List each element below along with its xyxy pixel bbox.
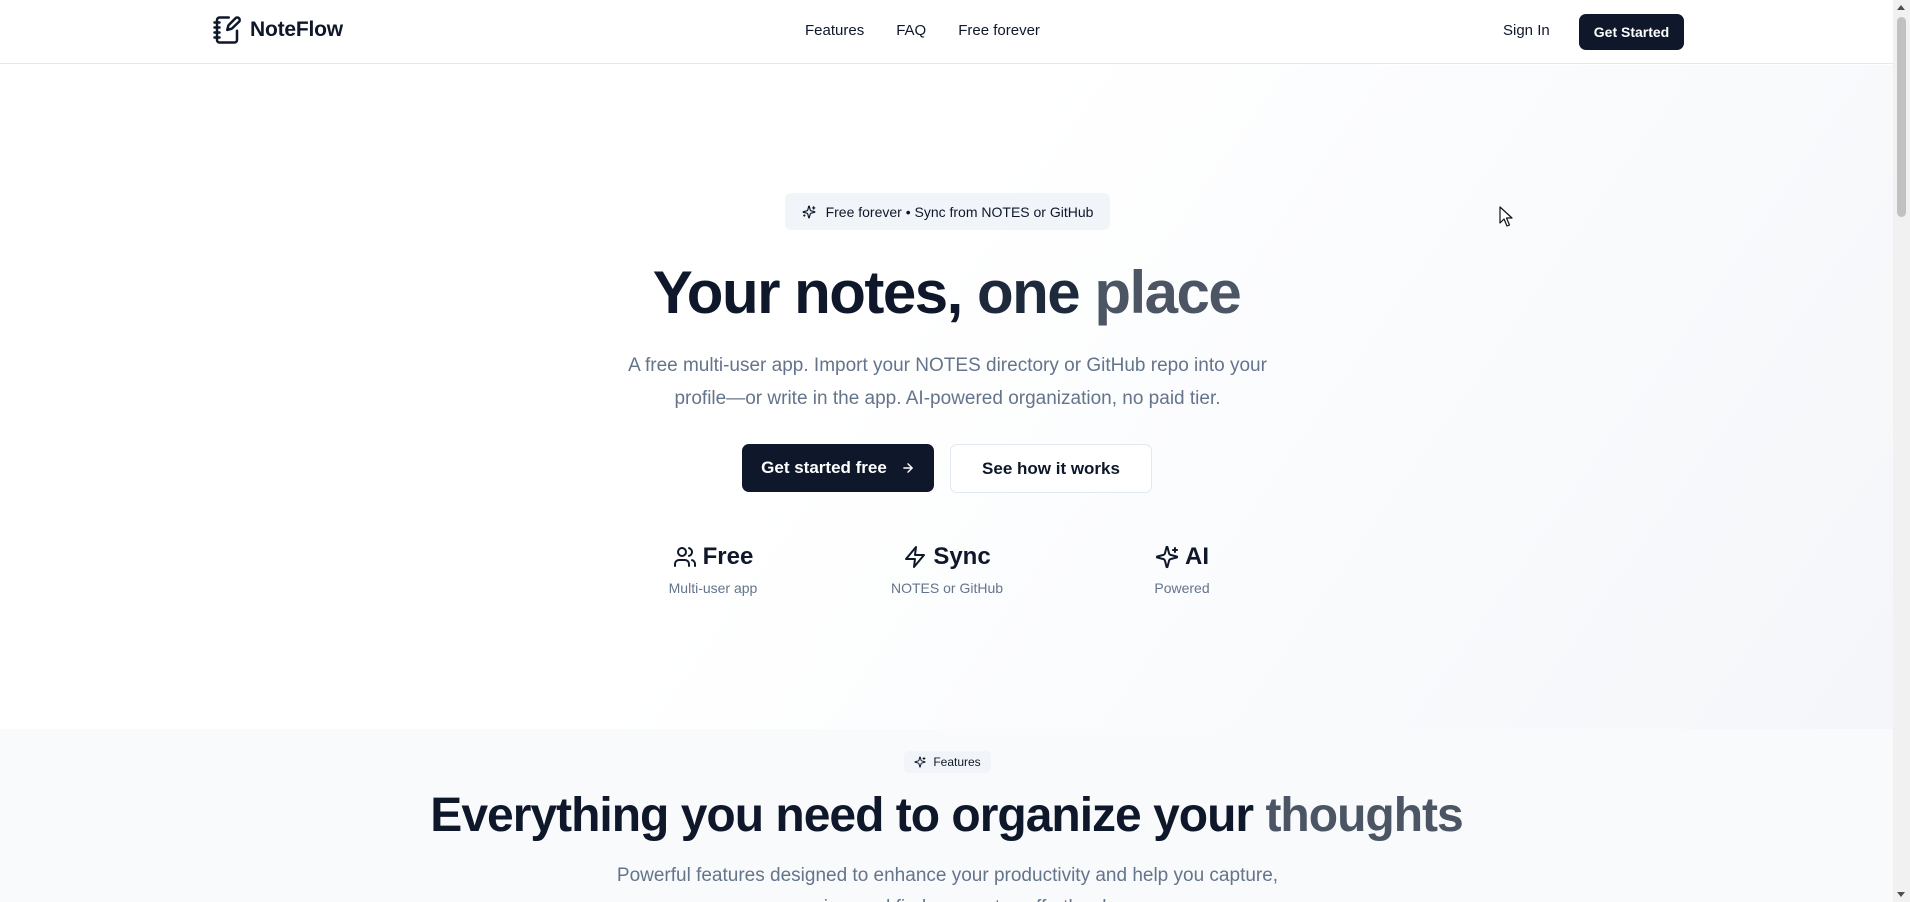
hero-title-part1: Your notes, <box>652 259 977 326</box>
stat-sync-subtitle: NOTES or GitHub <box>890 580 1004 596</box>
stat-ai-head: AI <box>1082 543 1282 571</box>
features-title: Everything you need to organize your tho… <box>0 788 1893 843</box>
see-how-it-works-button[interactable]: See how it works <box>950 444 1152 493</box>
scroll-down-arrow-icon[interactable] <box>1897 892 1905 897</box>
nav-link-faq[interactable]: FAQ <box>896 22 926 39</box>
hero-badge-text: Free forever • Sync from NOTES or GitHub <box>825 203 1094 220</box>
features-subtitle: Powerful features designed to enhance yo… <box>616 865 1279 902</box>
nav-link-features[interactable]: Features <box>805 22 864 39</box>
get-started-free-label: Get started free <box>761 458 887 477</box>
features-badge-text: Features <box>933 755 981 769</box>
scroll-up-arrow-icon[interactable] <box>1897 5 1905 10</box>
brand-name: NoteFlow <box>250 18 343 41</box>
stat-sync: Sync NOTES or GitHub <box>847 543 1047 596</box>
users-icon <box>673 547 696 567</box>
nav-link-free-forever[interactable]: Free forever <box>958 22 1040 39</box>
notebook-pen-icon <box>213 16 241 44</box>
sparkles-icon <box>914 756 926 768</box>
features-title-part2: thoughts <box>1265 789 1463 842</box>
stat-free-subtitle: Multi-user app <box>668 580 758 596</box>
stat-free-title: Free <box>702 543 754 570</box>
hero-subtitle: A free multi-user app. Import your NOTES… <box>628 355 1267 409</box>
get-started-button[interactable]: Get Started <box>1579 14 1684 50</box>
stat-ai-subtitle: Powered <box>1154 580 1210 596</box>
arrow-right-icon <box>903 463 913 473</box>
features-badge: Features <box>904 751 991 773</box>
site-header: NoteFlow Features FAQ Free forever Sign … <box>0 0 1893 64</box>
zap-icon <box>905 546 926 568</box>
page-scrollbar[interactable] <box>1893 0 1910 902</box>
stat-ai-title: AI <box>1185 543 1209 570</box>
mouse-cursor-icon <box>1499 206 1513 227</box>
scrollbar-thumb[interactable] <box>1897 17 1906 217</box>
main-nav: Features FAQ Free forever <box>805 22 1040 39</box>
hero-title-part2: one <box>976 259 1095 326</box>
brand-logo-link[interactable]: NoteFlow <box>212 14 343 46</box>
stat-free: Free Multi-user app <box>613 543 813 596</box>
hero-title: Your notes, one place <box>0 258 1893 327</box>
stat-sync-head: Sync <box>847 543 1047 571</box>
stat-free-head: Free <box>613 543 813 571</box>
hero-title-part3: place <box>1094 259 1241 326</box>
sparkles-icon <box>802 205 816 218</box>
sign-in-link[interactable]: Sign In <box>1503 22 1550 39</box>
get-started-free-button[interactable]: Get started free <box>742 444 934 492</box>
landing-page: NoteFlow Features FAQ Free forever Sign … <box>0 0 1893 902</box>
stat-ai: AI Powered <box>1082 543 1282 596</box>
hero-badge: Free forever • Sync from NOTES or GitHub <box>785 193 1110 230</box>
stat-sync-title: Sync <box>933 543 991 570</box>
sparkles-icon <box>1155 545 1179 569</box>
features-title-part1: Everything you need to organize your <box>430 789 1266 842</box>
